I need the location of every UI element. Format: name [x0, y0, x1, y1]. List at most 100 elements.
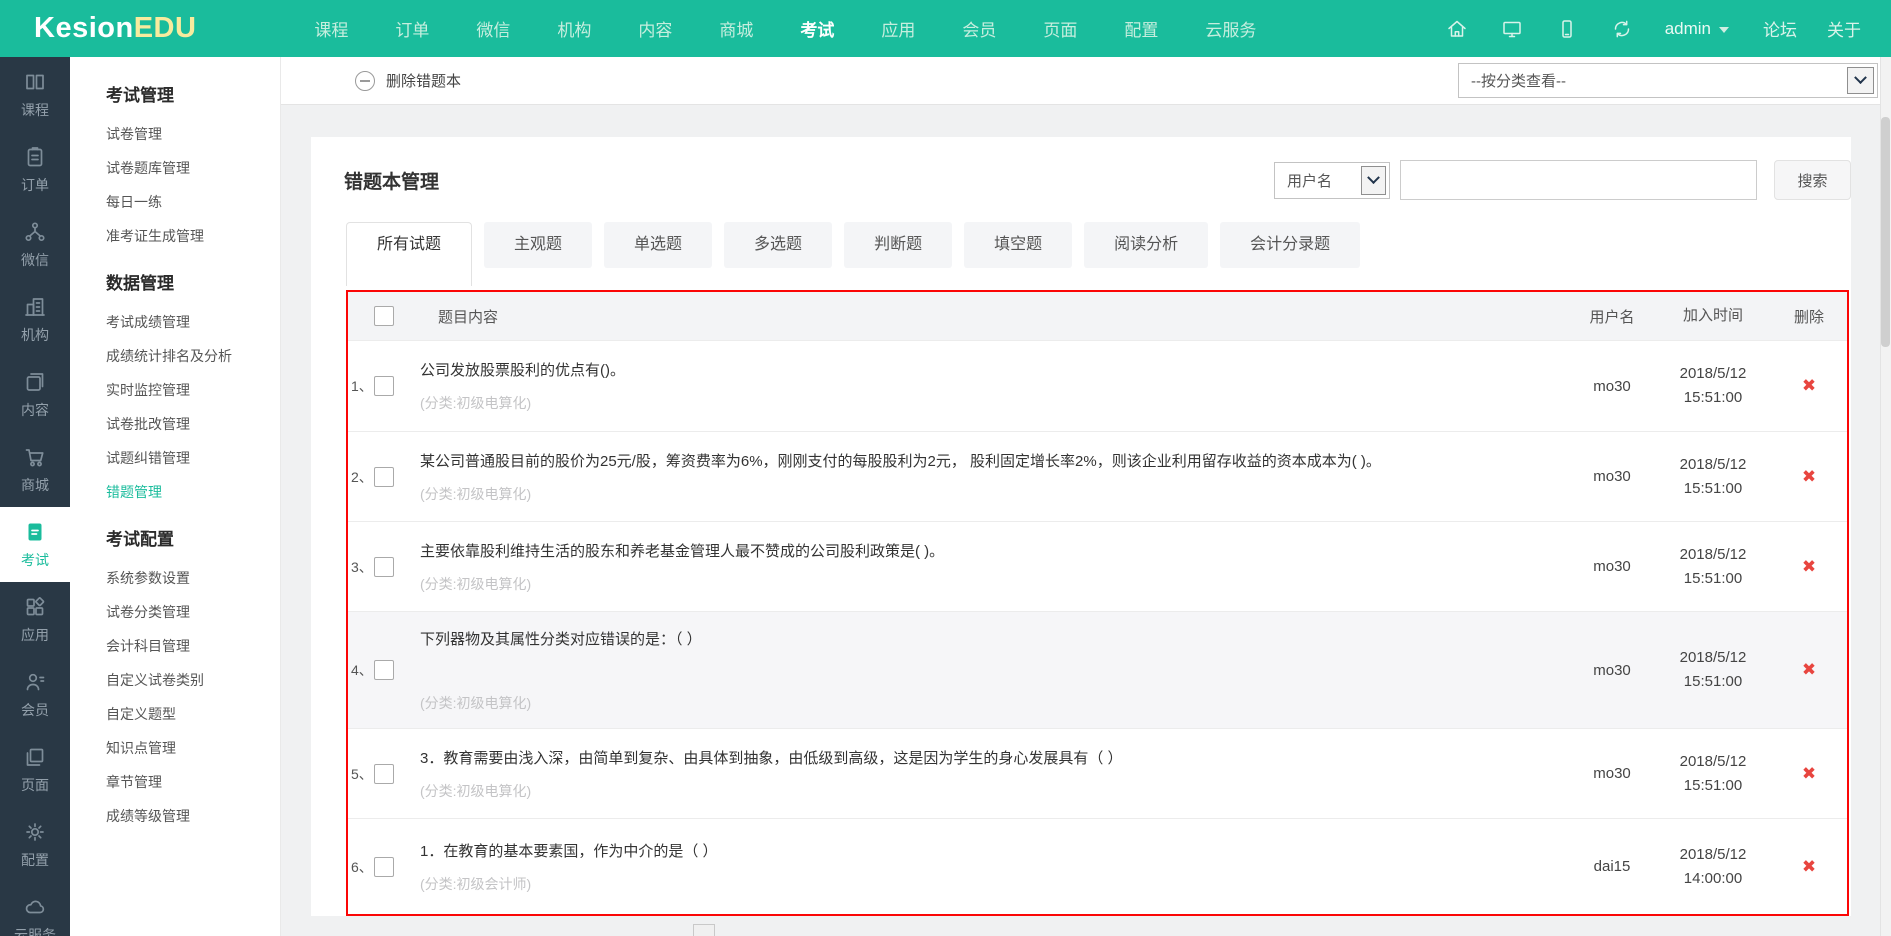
tab-reading-analysis[interactable]: 阅读分析 [1084, 222, 1209, 268]
submenu-item-wrong-question-mgmt[interactable]: 错题管理 [106, 475, 280, 509]
tab-accounting-entry[interactable]: 会计分录题 [1220, 222, 1361, 268]
topnav-exam[interactable]: 考试 [800, 16, 834, 41]
row-checkbox[interactable] [374, 556, 394, 577]
row-checkbox[interactable] [374, 376, 394, 396]
delete-row-icon[interactable]: ✖ [1802, 764, 1816, 784]
sidebar-item-mall[interactable]: 商城 [0, 432, 70, 507]
submenu-item-question-correction[interactable]: 试题纠错管理 [106, 441, 280, 475]
topnav-wechat[interactable]: 微信 [476, 16, 510, 41]
question-category: (分类:初级电算化) [420, 575, 532, 592]
sidebar-label: 页面 [21, 776, 49, 793]
submenu-item-paper-mgmt[interactable]: 试卷管理 [106, 117, 280, 151]
topnav-cloud-service[interactable]: 云服务 [1205, 16, 1256, 41]
question-text: 某公司普通股目前的股价为25元/股，筹资费率为6%，刚刚支付的每股股利为2元， … [420, 452, 1381, 470]
tab-fill-blank[interactable]: 填空题 [964, 222, 1073, 268]
tab-single-choice[interactable]: 单选题 [604, 222, 713, 268]
tab-all-questions[interactable]: 所有试题 [346, 222, 473, 286]
sidebar-item-members[interactable]: 会员 [0, 657, 70, 732]
topnav-content[interactable]: 内容 [638, 16, 672, 41]
select-arrow-button[interactable] [1847, 67, 1874, 94]
submenu-item-knowledge-points[interactable]: 知识点管理 [106, 731, 280, 765]
submenu-item-accounting-subjects[interactable]: 会计科目管理 [106, 629, 280, 663]
select-all-checkbox[interactable] [374, 306, 394, 326]
sidebar-item-organization[interactable]: 机构 [0, 282, 70, 357]
sidebar-item-cloud-service[interactable]: 云服务 [0, 882, 70, 936]
submenu-item-custom-question-type[interactable]: 自定义题型 [106, 697, 280, 731]
submenu-item-daily-practice[interactable]: 每日一练 [106, 185, 280, 219]
question-category: (分类:初级电算化) [420, 694, 532, 711]
row-number: 6、 [351, 858, 373, 875]
row-date: 2018/5/12 [1679, 455, 1747, 473]
sidebar-item-config[interactable]: 配置 [0, 807, 70, 882]
delete-row-icon[interactable]: ✖ [1802, 376, 1816, 396]
topnav-config[interactable]: 配置 [1124, 16, 1158, 41]
submenu-item-score-stats[interactable]: 成绩统计排名及分析 [106, 339, 280, 373]
mobile-icon[interactable] [1555, 17, 1579, 41]
admin-user-menu[interactable]: admin [1665, 19, 1729, 39]
header-check-cell [374, 292, 420, 340]
row-checkbox[interactable] [374, 763, 394, 784]
sidebar-item-courses[interactable]: 课程 [0, 57, 70, 132]
home-icon[interactable] [1445, 17, 1469, 41]
submenu-item-question-bank-mgmt[interactable]: 试卷题库管理 [106, 151, 280, 185]
submenu-item-admission-ticket[interactable]: 准考证生成管理 [106, 219, 280, 253]
delete-row-icon[interactable]: ✖ [1802, 467, 1816, 487]
category-filter-select[interactable]: --按分类查看-- [1458, 63, 1878, 98]
search-field-select[interactable]: 用户名 [1274, 161, 1390, 199]
submenu-item-score-mgmt[interactable]: 考试成绩管理 [106, 305, 280, 339]
submenu-item-paper-category[interactable]: 试卷分类管理 [106, 595, 280, 629]
delete-row-icon[interactable]: ✖ [1802, 857, 1816, 877]
question-text: 1．在教育的基本要素国，作为中介的是（ ） [420, 842, 718, 860]
submenu-section-exam-config: 考试配置 系统参数设置 试卷分类管理 会计科目管理 自定义试卷类别 自定义题型 … [106, 525, 280, 833]
delete-wrongbook-button[interactable]: 删除错题本 [355, 70, 461, 91]
delete-wrongbook-label: 删除错题本 [386, 73, 462, 90]
topnav-orders[interactable]: 订单 [395, 16, 429, 41]
row-checkbox[interactable] [374, 856, 394, 877]
monitor-icon[interactable] [1500, 17, 1524, 41]
delete-row-icon[interactable]: ✖ [1802, 660, 1816, 680]
submenu-item-paper-review[interactable]: 试卷批改管理 [106, 407, 280, 441]
scrollbar-thumb[interactable] [1881, 117, 1890, 347]
select-arrow-button[interactable] [1361, 165, 1386, 195]
sidebar-label: 应用 [21, 626, 49, 643]
forum-link[interactable]: 论坛 [1763, 16, 1797, 41]
sidebar-item-exam[interactable]: 考试 [0, 507, 70, 582]
pagination-stub[interactable] [693, 924, 715, 936]
topnav-organization[interactable]: 机构 [557, 16, 591, 41]
submenu-item-grade-level-mgmt[interactable]: 成绩等级管理 [106, 799, 280, 833]
row-username: mo30 [1593, 765, 1631, 782]
submenu-item-custom-paper-type[interactable]: 自定义试卷类别 [106, 663, 280, 697]
sidebar-item-pages[interactable]: 页面 [0, 732, 70, 807]
delete-row-icon[interactable]: ✖ [1802, 557, 1816, 577]
row-username: mo30 [1593, 468, 1631, 485]
topnav-courses[interactable]: 课程 [314, 16, 348, 41]
scrollbar-track[interactable] [1880, 57, 1891, 936]
wrongbook-panel: 错题本管理 用户名 搜索 所有试题 主观题 单选题 多选题 判断题 填空题 阅读… [311, 137, 1851, 916]
submenu-item-system-params[interactable]: 系统参数设置 [106, 561, 280, 595]
sidebar-item-orders[interactable]: 订单 [0, 132, 70, 207]
sidebar-item-wechat[interactable]: 微信 [0, 207, 70, 282]
header-delete-cell: 删除 [1771, 292, 1847, 340]
sidebar-item-apps[interactable]: 应用 [0, 582, 70, 657]
question-type-tabs: 所有试题 主观题 单选题 多选题 判断题 填空题 阅读分析 会计分录题 [346, 222, 1372, 286]
topnav-pages[interactable]: 页面 [1043, 16, 1077, 41]
tab-true-false[interactable]: 判断题 [844, 222, 953, 268]
submenu-header: 数据管理 [106, 274, 174, 293]
submenu-item-realtime-monitor[interactable]: 实时监控管理 [106, 373, 280, 407]
topnav-mall[interactable]: 商城 [719, 16, 753, 41]
search-input[interactable] [1400, 160, 1757, 200]
topnav-apps[interactable]: 应用 [881, 16, 915, 41]
sync-icon[interactable] [1610, 17, 1634, 41]
chevron-down-icon [1367, 170, 1380, 184]
tab-subjective[interactable]: 主观题 [484, 222, 593, 268]
search-button[interactable]: 搜索 [1774, 160, 1851, 200]
tab-multi-choice[interactable]: 多选题 [724, 222, 833, 268]
sidebar-item-content[interactable]: 内容 [0, 357, 70, 432]
topnav-members[interactable]: 会员 [962, 16, 996, 41]
submenu-item-chapter-mgmt[interactable]: 章节管理 [106, 765, 280, 799]
sidebar-label: 配置 [21, 851, 49, 868]
row-number: 3、 [351, 558, 373, 575]
row-checkbox[interactable] [374, 660, 394, 680]
row-checkbox[interactable] [374, 466, 394, 487]
about-link[interactable]: 关于 [1827, 16, 1861, 41]
